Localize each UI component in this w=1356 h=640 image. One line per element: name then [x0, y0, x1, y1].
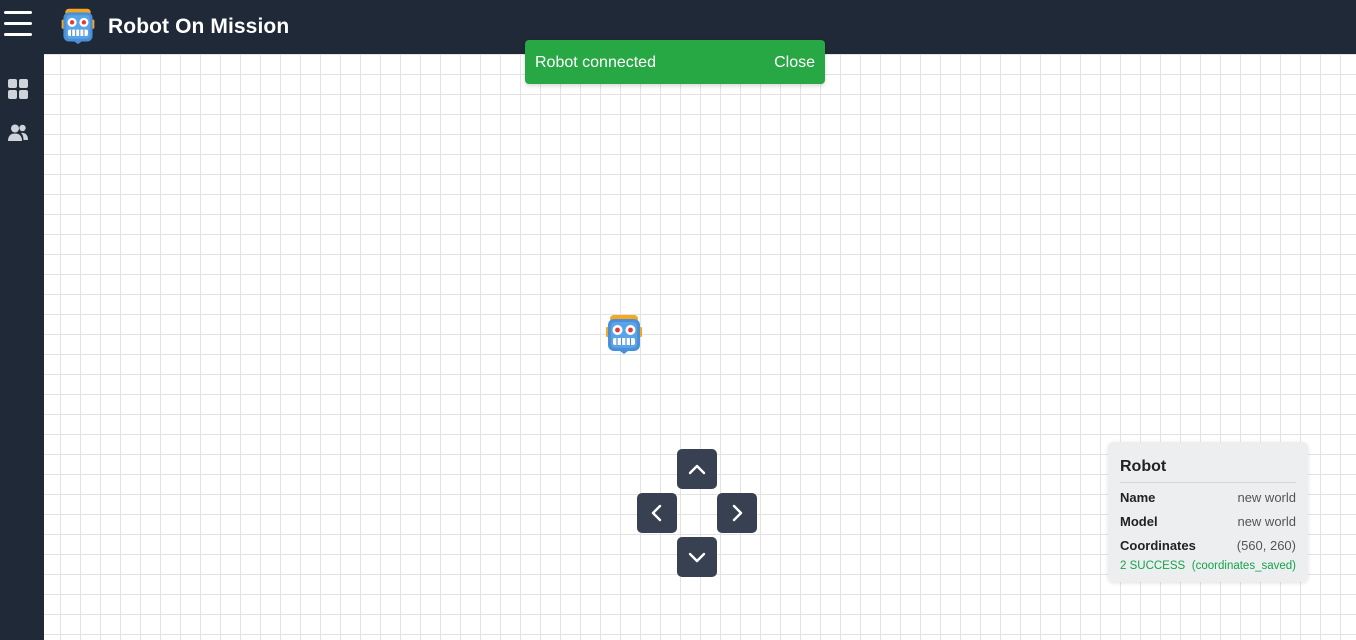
status-detail: (coordinates_saved)	[1191, 560, 1296, 572]
move-left-button[interactable]	[637, 493, 677, 533]
sidebar	[0, 54, 44, 640]
chevron-left-icon	[651, 504, 662, 522]
robot-face-icon	[58, 6, 98, 46]
move-up-button[interactable]	[677, 449, 717, 489]
field-value: new world	[1237, 514, 1296, 529]
move-down-button[interactable]	[677, 537, 717, 577]
field-value: (560, 260)	[1236, 538, 1296, 553]
status-code: 2 SUCCESS	[1120, 560, 1186, 572]
dashboard-grid-icon[interactable]	[7, 78, 29, 100]
field-label: Model	[1120, 514, 1158, 529]
info-row-name: Name new world	[1120, 490, 1296, 508]
field-label: Name	[1120, 490, 1156, 505]
chevron-up-icon	[688, 464, 706, 475]
hamburger-menu-icon[interactable]	[4, 11, 32, 39]
chevron-down-icon	[688, 552, 706, 563]
app-title: Robot On Mission	[108, 15, 290, 38]
robot-marker-icon	[602, 313, 646, 355]
field-value: new world	[1237, 490, 1296, 505]
robot-connected-toast: Robot connected Close	[525, 40, 825, 84]
panel-divider	[1120, 482, 1296, 483]
field-label: Coordinates	[1120, 538, 1196, 553]
robot-info-panel: Robot Name new world Model new world Coo…	[1108, 442, 1308, 582]
panel-title: Robot	[1120, 458, 1167, 475]
info-row-coordinates: Coordinates (560, 260)	[1120, 538, 1296, 556]
toast-close-button[interactable]: Close	[774, 54, 815, 72]
chevron-right-icon	[732, 504, 743, 522]
move-right-button[interactable]	[717, 493, 757, 533]
toast-message: Robot connected	[535, 54, 656, 71]
users-icon[interactable]	[7, 122, 29, 144]
info-row-model: Model new world	[1120, 514, 1296, 532]
